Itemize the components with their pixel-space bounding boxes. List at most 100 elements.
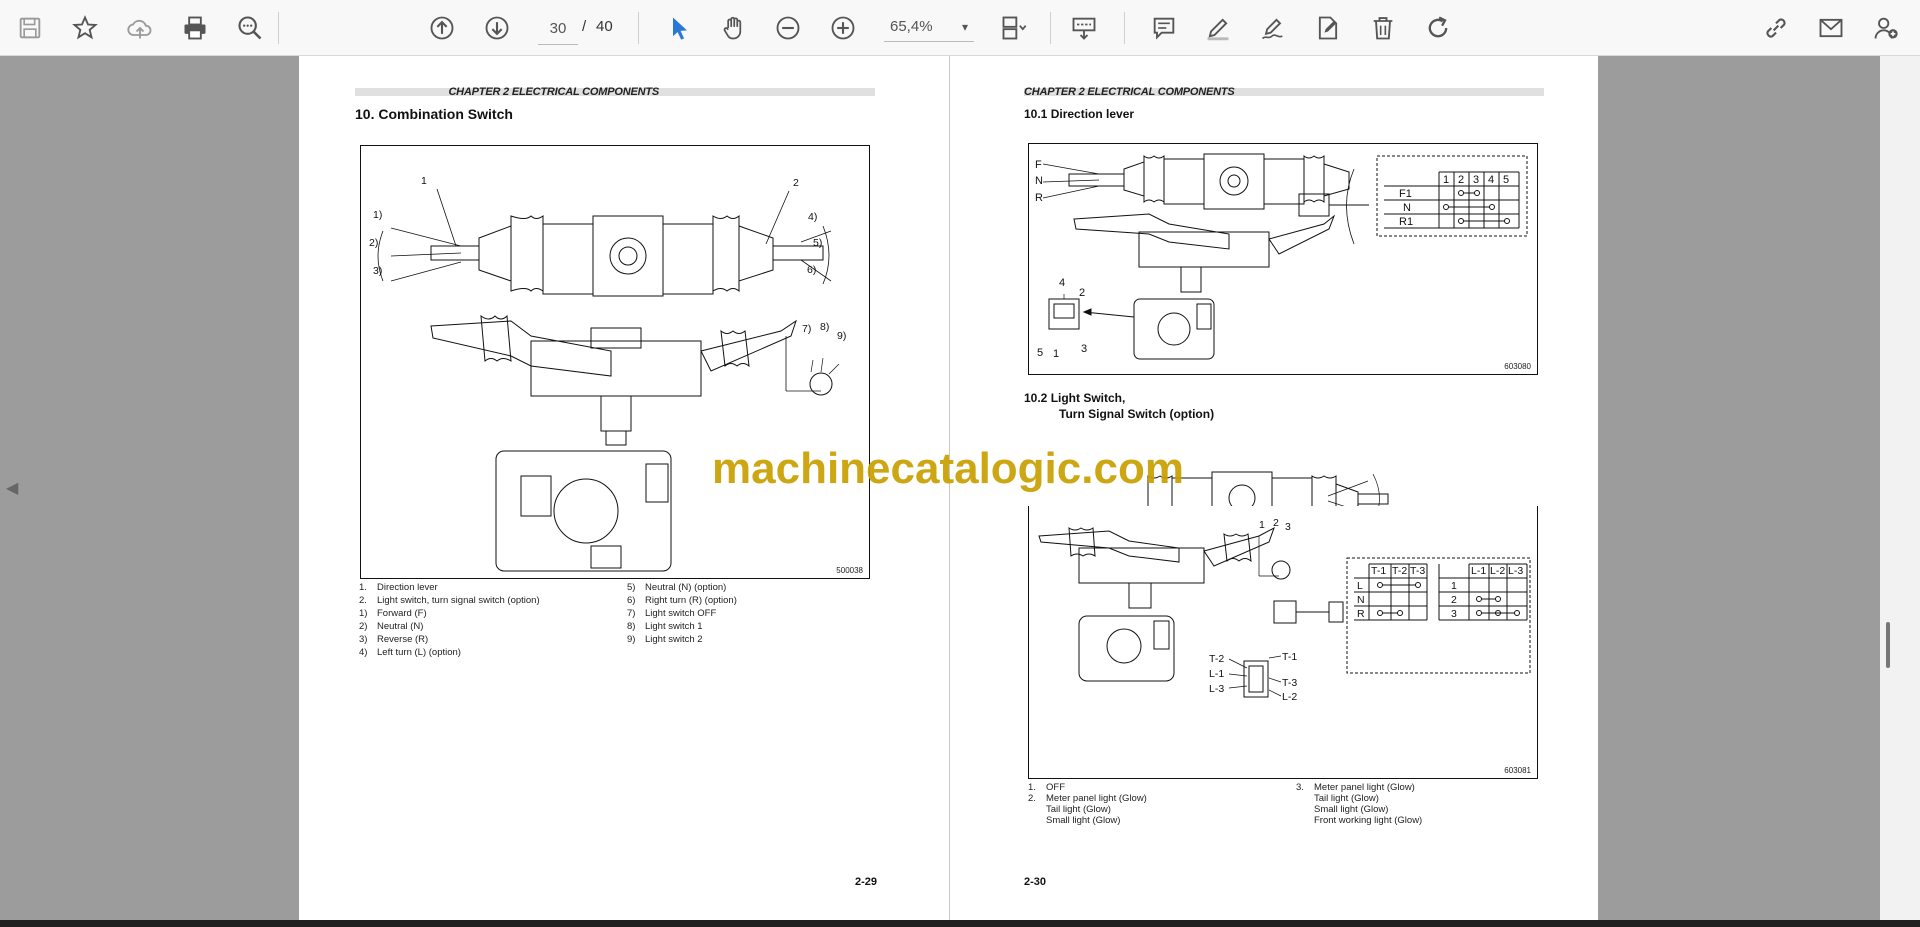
pin-label-5: 5 (1037, 347, 1043, 359)
callout-1: 1 (421, 175, 427, 187)
table-row-n: N (1403, 202, 1411, 214)
page-total: 40 (596, 18, 613, 35)
highlight-pen-icon[interactable] (1200, 10, 1236, 46)
pdf-toolbar: / 40 65,4% ▾ (0, 0, 1920, 56)
light-switch-drawing: 1 2 3 T-2 T-1 L-1 T-3 L-3 L-2 T-1 T-2 T-… (1029, 505, 1531, 703)
delete-icon[interactable] (1365, 10, 1401, 46)
pin-label-2: 2 (1079, 287, 1085, 299)
direction-lever-figure: F N R 4 2 5 1 3 1 2 3 4 5 F1 N R1 603080 (1028, 143, 1538, 375)
conn-label-l3: L-3 (1209, 683, 1224, 695)
comment-icon[interactable] (1146, 10, 1182, 46)
subsection-title-10-1: 10.1 Direction lever (1024, 107, 1135, 121)
toolbar-separator (1050, 12, 1051, 44)
callout-4-paren: 4) (808, 211, 817, 223)
zoom-in-icon[interactable] (825, 10, 861, 46)
vertical-scrollbar[interactable] (1880, 56, 1920, 920)
zoom-level-dropdown[interactable]: 65,4% ▾ (884, 12, 974, 42)
conn-label-t3: T-3 (1282, 677, 1297, 689)
combination-switch-drawing: 1 2 1) 2) 3) 4) 5) 6) 7) 8) 9) (369, 175, 846, 572)
share-link-icon[interactable] (1758, 10, 1794, 46)
signature-icon[interactable] (1255, 10, 1291, 46)
lever-label-r: R (1035, 192, 1043, 204)
t-row-n: N (1357, 594, 1365, 606)
light-switch-figure: 1 2 3 T-2 T-1 L-1 T-3 L-3 L-2 T-1 T-2 T-… (1028, 505, 1538, 779)
callout-7-paren: 7) (802, 323, 811, 335)
zoom-out-icon[interactable] (770, 10, 806, 46)
print-icon[interactable] (177, 10, 213, 46)
bookmark-star-icon[interactable] (67, 10, 103, 46)
table-row-r1: R1 (1399, 216, 1413, 228)
l-head-2: L-2 (1490, 565, 1505, 577)
combination-switch-figure: 1 2 1) 2) 3) 4) 5) 6) 7) 8) 9) 500038 (360, 145, 870, 579)
toolbar-separator (1124, 12, 1125, 44)
l-row-1: 1 (1451, 580, 1457, 592)
knob-label-1: 1 (1259, 519, 1265, 531)
cloud-upload-icon[interactable] (122, 10, 158, 46)
figure-number: 500038 (836, 566, 863, 575)
left-panel-toggle-icon[interactable]: ◀ (6, 478, 18, 498)
table-head-5: 5 (1503, 174, 1509, 186)
l-row-3: 3 (1451, 608, 1457, 620)
pin-label-4: 4 (1059, 277, 1065, 289)
watermark-text: machinecatalogic.com (712, 444, 1184, 493)
callout-3-paren: 3) (373, 265, 382, 277)
table-head-4: 4 (1488, 174, 1494, 186)
conn-label-l2: L-2 (1282, 691, 1297, 703)
callout-5-paren: 5) (813, 237, 822, 249)
t-row-r: R (1357, 608, 1365, 620)
scrollbar-thumb[interactable] (1886, 622, 1890, 668)
t-head-3: T-3 (1410, 565, 1425, 577)
callout-2: 2 (793, 177, 799, 189)
figure-number: 603081 (1504, 766, 1531, 775)
conn-label-t1: T-1 (1282, 651, 1297, 663)
subsection-title-10-2-line2: Turn Signal Switch (option) (1059, 407, 1215, 421)
conn-label-t2: T-2 (1209, 653, 1224, 665)
toolbar-separator (638, 12, 639, 44)
hand-tool-icon[interactable] (716, 10, 752, 46)
chapter-header: CHAPTER 2 ELECTRICAL COMPONENTS (1024, 86, 1235, 98)
l-row-2: 2 (1451, 594, 1457, 606)
table-row-f1: F1 (1399, 188, 1412, 200)
subsection-title-10-2: 10.2 Light Switch, (1024, 391, 1126, 405)
figure-number: 603080 (1504, 362, 1531, 371)
arrow-down-circle-icon[interactable] (479, 10, 515, 46)
l-head-3: L-3 (1508, 565, 1523, 577)
page-separator: / (582, 18, 587, 35)
direction-lever-drawing: F N R 4 2 5 1 3 1 2 3 4 5 F1 N R1 (1035, 153, 1528, 360)
table-head-2: 2 (1458, 174, 1464, 186)
edit-text-icon[interactable] (1066, 10, 1102, 46)
toolbar-separator (278, 12, 279, 44)
pin-label-3: 3 (1081, 343, 1087, 355)
lever-label-f: F (1035, 159, 1042, 171)
callout-9-paren: 9) (837, 330, 846, 342)
chevron-down-icon: ▾ (961, 19, 968, 34)
t-head-2: T-2 (1392, 565, 1407, 577)
page-number: 2-29 (855, 876, 878, 888)
table-head-1: 1 (1443, 174, 1449, 186)
zoom-level-value: 65,4% (890, 18, 933, 35)
arrow-up-circle-icon[interactable] (424, 10, 460, 46)
add-user-icon[interactable] (1868, 10, 1904, 46)
pin-label-1: 1 (1053, 348, 1059, 360)
t-head-1: T-1 (1371, 565, 1386, 577)
email-icon[interactable] (1813, 10, 1849, 46)
table-head-3: 3 (1473, 174, 1479, 186)
callout-1-paren: 1) (373, 209, 382, 221)
callout-2-paren: 2) (369, 237, 378, 249)
redo-icon[interactable] (1420, 10, 1456, 46)
chapter-header: CHAPTER 2 ELECTRICAL COMPONENTS (448, 86, 659, 98)
lever-label-n: N (1035, 175, 1043, 187)
knob-label-2: 2 (1273, 517, 1279, 529)
page-number-input[interactable] (538, 12, 578, 45)
l-head-1: L-1 (1471, 565, 1486, 577)
page-number: 2-30 (1024, 876, 1047, 888)
fill-sign-icon[interactable] (1310, 10, 1346, 46)
save-icon[interactable] (12, 10, 48, 46)
bottom-strip (0, 920, 1920, 927)
fit-page-icon[interactable] (996, 10, 1032, 46)
callout-6-paren: 6) (807, 264, 816, 276)
t-row-l: L (1357, 580, 1363, 592)
select-cursor-icon[interactable] (662, 10, 698, 46)
knob-label-3: 3 (1285, 521, 1291, 533)
zoom-find-icon[interactable] (232, 10, 268, 46)
